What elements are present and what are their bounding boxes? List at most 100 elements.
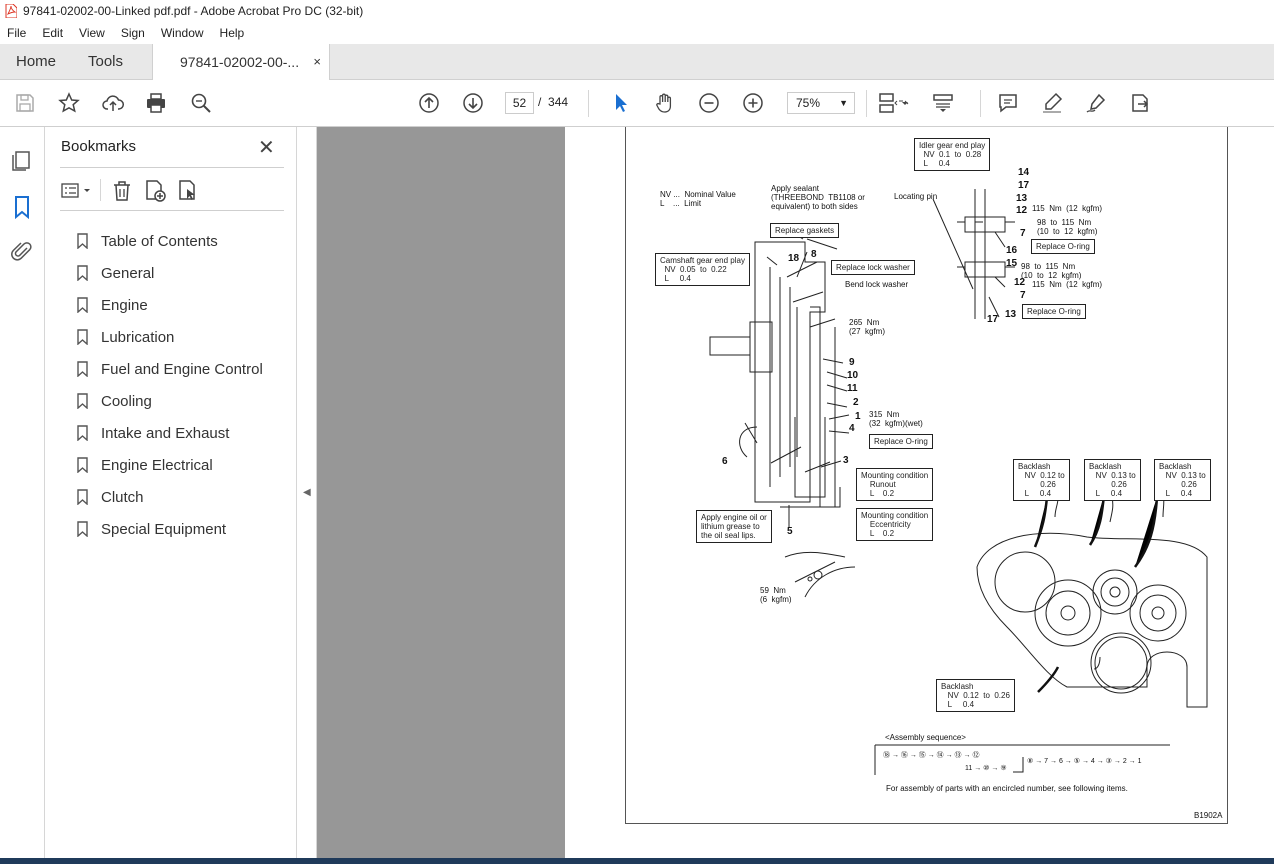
menu-window[interactable]: Window: [153, 26, 212, 40]
part-number: 10: [847, 370, 859, 381]
window-titlebar: 97841-02002-00-Linked pdf.pdf - Adobe Ac…: [0, 0, 1274, 22]
menu-bar: File Edit View Sign Window Help: [0, 22, 1274, 44]
menu-help[interactable]: Help: [212, 26, 253, 40]
locating-pin-label: Locating pin: [894, 192, 938, 201]
bookmark-item[interactable]: Intake and Exhaust: [77, 417, 263, 449]
apply-oil-box: Apply engine oil or lithium grease to th…: [696, 510, 772, 543]
menu-view[interactable]: View: [71, 26, 113, 40]
toolbar-divider: [980, 90, 981, 117]
part-number: 13: [1005, 309, 1017, 320]
tab-document[interactable]: 97841-02002-00-... ×: [152, 44, 330, 81]
bookmark-item[interactable]: Clutch: [77, 481, 263, 513]
torque-98-label: 98 to 115 Nm (10 to 12 kgfm): [1037, 218, 1098, 236]
bookmark-label: Cooling: [101, 392, 152, 410]
bookmark-item[interactable]: Fuel and Engine Control: [77, 353, 263, 385]
torque-265-label: 265 Nm (27 kgfm): [849, 318, 886, 336]
highlight-pen-icon[interactable]: [1040, 91, 1064, 115]
bookmark-icon: [77, 457, 88, 473]
page-thumbnails-icon[interactable]: [10, 149, 34, 173]
page-separator: /: [538, 95, 542, 109]
close-panel-icon[interactable]: ✕: [258, 135, 275, 160]
zoom-in-icon[interactable]: [741, 91, 765, 115]
bookmark-icon: [77, 297, 88, 313]
part-number: 3: [843, 455, 849, 466]
bookmarks-panel: Bookmarks ✕ Table of Contents General En…: [45, 127, 297, 864]
part-number: 11: [847, 383, 858, 394]
bookmark-icon: [77, 425, 88, 441]
part-number: 6: [722, 456, 728, 467]
tab-tools[interactable]: Tools: [88, 44, 123, 80]
bookmark-label: Intake and Exhaust: [101, 424, 230, 442]
tab-close-icon[interactable]: ×: [313, 44, 321, 80]
part-number: 12: [1016, 205, 1028, 216]
panel-splitter[interactable]: ◀: [297, 127, 317, 864]
delete-bookmark-icon[interactable]: [110, 179, 134, 203]
next-page-icon[interactable]: [461, 91, 485, 115]
bookmark-item[interactable]: Table of Contents: [77, 225, 263, 257]
panel-divider: [60, 167, 284, 168]
torque-59-label: 59 Nm (6 kgfm): [760, 586, 792, 604]
page-number-input[interactable]: 52: [505, 92, 534, 114]
part-number: 15: [1006, 258, 1018, 269]
menu-edit[interactable]: Edit: [34, 26, 71, 40]
bookmark-icon: [77, 329, 88, 345]
part-number: 1: [855, 411, 861, 422]
zoom-search-icon[interactable]: [189, 91, 213, 115]
bookmark-item[interactable]: Lubrication: [77, 321, 263, 353]
replace-gaskets-box: Replace gaskets: [770, 223, 840, 238]
comment-icon[interactable]: [996, 91, 1020, 115]
tab-bar: Home Tools 97841-02002-00-... ×: [0, 44, 1274, 81]
attachments-icon[interactable]: [10, 240, 34, 264]
camshaft-play-box: Camshaft gear end play NV 0.05 to 0.22 L…: [655, 253, 750, 286]
menu-file[interactable]: File: [0, 26, 34, 40]
bookmarks-toolbar: [60, 177, 284, 205]
star-icon[interactable]: [57, 91, 81, 115]
torque-115-label: 115 Nm (12 kgfm): [1032, 280, 1103, 289]
bookmark-item[interactable]: Cooling: [77, 385, 263, 417]
zoom-level-select[interactable]: 75% ▼: [787, 92, 855, 114]
tab-home[interactable]: Home: [16, 44, 56, 80]
zoom-out-icon[interactable]: [697, 91, 721, 115]
bookmark-item[interactable]: General: [77, 257, 263, 289]
hand-tool-icon[interactable]: [653, 91, 677, 115]
page-fit-icon[interactable]: [876, 91, 912, 115]
bookmark-item[interactable]: Engine Electrical: [77, 449, 263, 481]
window-title: 97841-02002-00-Linked pdf.pdf - Adobe Ac…: [23, 4, 364, 18]
bookmark-label: General: [101, 264, 155, 282]
menu-sign[interactable]: Sign: [113, 26, 153, 40]
figure-id: B1902A: [1194, 811, 1223, 820]
part-number: 13: [1016, 193, 1028, 204]
save-icon[interactable]: [13, 91, 37, 115]
backlash-box: Backlash NV 0.13 to 0.26 L 0.4: [1154, 459, 1211, 501]
mounting-eccentricity-box: Mounting condition Eccentricity L 0.2: [856, 508, 934, 541]
collapse-panel-icon[interactable]: ◀: [303, 487, 311, 498]
sign-pen-icon[interactable]: [1084, 91, 1108, 115]
bookmark-label: Lubrication: [101, 328, 175, 346]
assembly-sequence-row: ⑱ → ⑯ → ⑮ → ⑭ → ⑬ → ⑫: [883, 752, 980, 759]
bookmark-search-icon[interactable]: [176, 179, 200, 203]
select-cursor-icon[interactable]: [609, 91, 633, 115]
bookmark-label: Engine: [101, 296, 148, 314]
torque-315-label: 315 Nm (32 kgfm)(wet): [869, 410, 923, 428]
upload-cloud-icon[interactable]: [101, 91, 125, 115]
export-pdf-icon[interactable]: [1128, 91, 1152, 115]
bookmark-options-icon[interactable]: [60, 179, 90, 203]
document-viewer[interactable]: Idler gear end play NV 0.1 to 0.28 L 0.4…: [317, 127, 1274, 864]
bookmark-panel-icon[interactable]: [10, 195, 34, 220]
bookmark-item[interactable]: Engine: [77, 289, 263, 321]
bookmark-label: Clutch: [101, 488, 144, 506]
bookmark-icon: [77, 361, 88, 377]
part-number: 17: [987, 314, 999, 325]
sealant-note: Apply sealant (THREEBOND TB1108 or equiv…: [771, 184, 865, 211]
navigation-rail: [0, 127, 45, 864]
bookmark-icon: [77, 265, 88, 281]
assembly-note: For assembly of parts with an encircled …: [886, 784, 1128, 793]
bookmark-item[interactable]: Special Equipment: [77, 513, 263, 545]
previous-page-icon[interactable]: [417, 91, 441, 115]
bookmarks-panel-title: Bookmarks: [61, 138, 137, 155]
main-toolbar: 52 / 344 75% ▼: [0, 80, 1274, 127]
scroll-mode-icon[interactable]: [931, 91, 955, 115]
print-icon[interactable]: [144, 91, 168, 115]
new-bookmark-icon[interactable]: [143, 179, 167, 203]
taskbar-strip: [0, 858, 1274, 864]
